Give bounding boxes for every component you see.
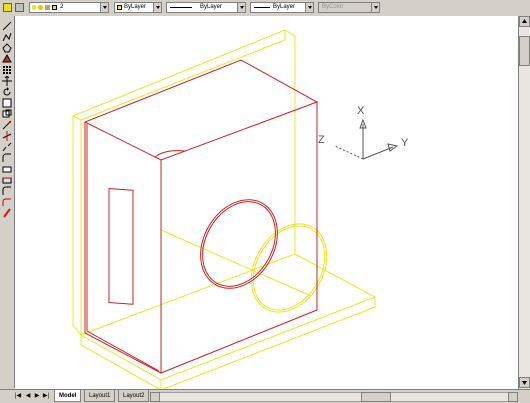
first-tab-button[interactable]: |◀ xyxy=(14,392,22,401)
layer-lock-icon xyxy=(45,5,50,10)
plotstyle-dropdown-arrow xyxy=(371,3,379,12)
copy-icon[interactable] xyxy=(2,197,12,207)
tab-model[interactable]: Model xyxy=(54,390,82,402)
vertical-scrollbar[interactable] xyxy=(518,16,530,389)
layer-dropdown[interactable]: 2 xyxy=(29,2,109,13)
drawing-canvas[interactable]: X Y Z xyxy=(15,16,518,391)
erase-icon[interactable] xyxy=(2,186,12,196)
lineweight-sample xyxy=(254,7,270,8)
line-icon[interactable] xyxy=(2,21,12,31)
stretch-icon[interactable] xyxy=(2,109,12,119)
linetype-dropdown-arrow[interactable] xyxy=(237,3,245,12)
yellow-angle-bracket xyxy=(72,29,377,391)
modify-toolbar xyxy=(0,16,15,388)
layer-previous-icon[interactable] xyxy=(15,3,24,12)
tab-layout1[interactable]: Layout1 xyxy=(84,390,116,402)
linetype-label: ByLayer xyxy=(200,4,223,10)
horizontal-scroll-thumb[interactable] xyxy=(361,392,391,402)
lineweight-dropdown-arrow[interactable] xyxy=(305,3,313,12)
layer-sun-icon xyxy=(38,5,43,10)
move-icon[interactable] xyxy=(2,75,12,86)
layer-bulb-icon xyxy=(32,5,36,10)
lineweight-control[interactable]: ByLayer xyxy=(250,2,314,13)
array-icon[interactable] xyxy=(2,65,12,75)
ucs-z-label: Z xyxy=(318,134,325,146)
break-icon[interactable] xyxy=(2,142,12,152)
scroll-right-button[interactable] xyxy=(508,392,518,402)
polygon-icon[interactable] xyxy=(2,43,12,53)
rotate-icon[interactable] xyxy=(2,87,12,97)
trim-icon[interactable] xyxy=(2,120,12,130)
fillet-icon[interactable] xyxy=(2,164,12,174)
horizontal-scrollbar[interactable] xyxy=(150,392,518,402)
chamfer-icon[interactable] xyxy=(2,153,12,163)
explode-icon[interactable] xyxy=(2,175,12,185)
color-control[interactable]: ByLayer xyxy=(114,2,162,13)
scale-icon[interactable] xyxy=(2,98,12,108)
color-swatch xyxy=(117,5,122,10)
tab-layout2[interactable]: Layout2 xyxy=(118,390,150,402)
extend-icon[interactable] xyxy=(2,131,12,141)
layer-name: 2 xyxy=(60,4,64,10)
layer-color-swatch xyxy=(52,5,57,10)
color-dropdown-arrow[interactable] xyxy=(153,3,161,12)
polyline-icon[interactable] xyxy=(2,32,12,42)
rectangle-icon[interactable] xyxy=(2,53,12,64)
linetype-sample xyxy=(170,7,192,8)
ucs-icon xyxy=(334,118,399,160)
lineweight-label: ByLayer xyxy=(273,4,296,10)
layer-manager-icon[interactable] xyxy=(3,3,12,12)
scroll-left-button[interactable] xyxy=(150,392,160,402)
color-label: ByLayer xyxy=(124,4,147,10)
mirror-icon[interactable] xyxy=(2,208,12,218)
scroll-up-button[interactable] xyxy=(519,16,530,27)
previous-tab-button[interactable]: ◀ xyxy=(24,392,32,401)
plotstyle-label: ByColor xyxy=(322,4,344,10)
layer-properties-toolbar: 2 ByLayer ByLayer ByLayer ByColor xyxy=(0,0,530,17)
next-tab-button[interactable]: ▶ xyxy=(33,392,41,401)
last-tab-button[interactable]: ▶| xyxy=(42,392,50,401)
scroll-thumb[interactable] xyxy=(519,36,530,66)
layer-dropdown-arrow[interactable] xyxy=(100,3,108,12)
ucs-y-label: Y xyxy=(401,137,409,149)
linetype-control[interactable]: ByLayer xyxy=(166,2,246,13)
red-box xyxy=(83,59,319,374)
plotstyle-control[interactable]: ByColor xyxy=(318,2,380,13)
scroll-down-button[interactable] xyxy=(519,377,530,388)
layout-tabs-bar: |◀ ◀ ▶ ▶| Model Layout1 Layout2 xyxy=(0,389,530,403)
ucs-x-label: X xyxy=(357,105,365,117)
drawing-viewport xyxy=(72,29,399,391)
